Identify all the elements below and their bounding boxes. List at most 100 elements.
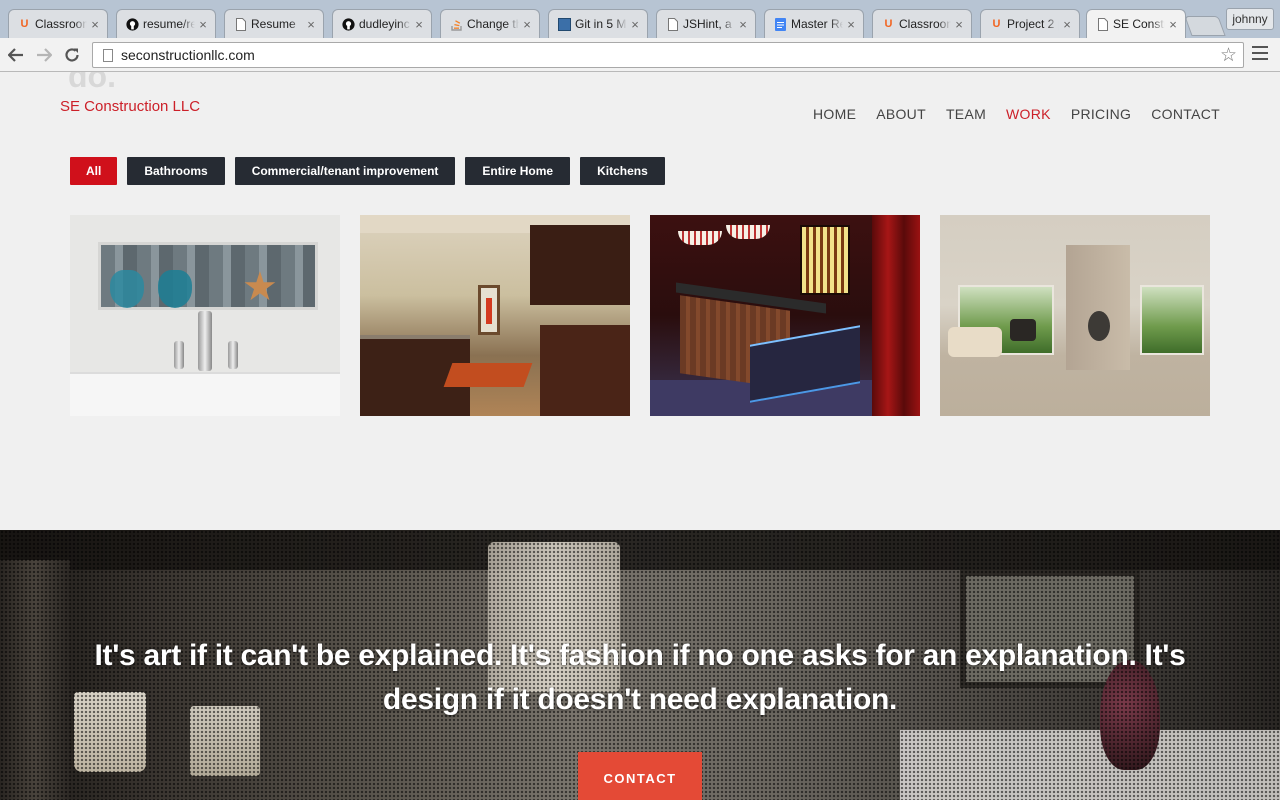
tab-title: dudleyinc xyxy=(359,17,410,31)
page-icon xyxy=(234,17,247,31)
doorway-image xyxy=(478,285,500,335)
pendant-lamp-image xyxy=(726,225,770,239)
hero-quote: It's art if it can't be explained. It's … xyxy=(94,639,1186,716)
close-icon[interactable]: × xyxy=(521,17,533,32)
filter-commercial-button[interactable]: Commercial/tenant improvement xyxy=(234,157,456,185)
address-bar[interactable]: ☆ xyxy=(92,42,1244,68)
gallery-item-living-room[interactable] xyxy=(940,215,1210,416)
faucet-image xyxy=(198,311,212,371)
gallery-item-bar[interactable] xyxy=(650,215,920,416)
vase-image xyxy=(110,270,144,308)
upper-cabinets-image xyxy=(530,225,630,305)
nav-pricing[interactable]: PRICING xyxy=(1071,106,1131,122)
stackoverflow-icon xyxy=(450,18,463,31)
nav-home[interactable]: HOME xyxy=(813,106,856,122)
page-icon xyxy=(1096,17,1109,31)
browser-tabstrip: U Classroom × resume/re × Resume × dudle… xyxy=(0,0,1280,38)
gallery-item-kitchen[interactable] xyxy=(360,215,630,416)
new-tab-button[interactable] xyxy=(1184,16,1226,36)
gallery-item-bathroom[interactable]: ★ xyxy=(70,215,340,416)
close-icon[interactable]: × xyxy=(197,17,209,32)
reload-button[interactable] xyxy=(60,43,84,67)
tab-title: Project 2 p xyxy=(1007,17,1059,31)
close-icon[interactable]: × xyxy=(845,17,857,32)
starfish-image: ★ xyxy=(242,265,278,309)
forward-button[interactable] xyxy=(32,43,56,67)
close-icon[interactable]: × xyxy=(305,17,317,32)
tab-title: SE Constru xyxy=(1113,17,1165,31)
site-brand[interactable]: SE Construction LLC xyxy=(60,98,200,115)
faucet-knob-image xyxy=(174,341,184,369)
webpage: do. SE Construction LLC HOME ABOUT TEAM … xyxy=(0,72,1280,800)
close-icon[interactable]: × xyxy=(629,17,641,32)
main-nav: HOME ABOUT TEAM WORK PRICING CONTACT xyxy=(813,106,1220,122)
profile-button[interactable]: johnny xyxy=(1226,8,1274,30)
browser-toolbar: ☆ xyxy=(0,38,1280,72)
reload-icon xyxy=(65,48,79,62)
filter-bathrooms-button[interactable]: Bathrooms xyxy=(127,157,225,185)
fireplace-pillar-image xyxy=(1066,245,1130,370)
close-icon[interactable]: × xyxy=(737,17,749,32)
arrow-right-icon xyxy=(37,48,52,62)
window-image xyxy=(1140,285,1204,355)
portfolio-gallery: ★ xyxy=(70,215,1210,416)
close-icon[interactable]: × xyxy=(953,17,965,32)
browser-tab[interactable]: Change th × xyxy=(440,9,540,38)
browser-tab[interactable]: Master Res × xyxy=(764,9,864,38)
tab-title: Classroom xyxy=(35,17,87,31)
nav-work[interactable]: WORK xyxy=(1006,106,1051,122)
browser-tab[interactable]: JSHint, a Ja × xyxy=(656,9,756,38)
back-button[interactable] xyxy=(4,43,28,67)
close-icon[interactable]: × xyxy=(89,17,101,32)
filter-all-button[interactable]: All xyxy=(70,157,118,185)
filter-kitchens-button[interactable]: Kitchens xyxy=(580,157,665,185)
bookmark-star-icon[interactable]: ☆ xyxy=(1220,44,1237,67)
tab-title: Master Res xyxy=(791,17,843,31)
udacity-icon: U xyxy=(992,17,1001,30)
pendant-lamp-image xyxy=(678,231,722,245)
rug-image xyxy=(443,363,533,387)
vase-image xyxy=(158,270,192,308)
browser-tab-active[interactable]: SE Constru × xyxy=(1086,9,1186,38)
tab-title: Git in 5 Mi xyxy=(575,17,627,31)
nav-contact[interactable]: CONTACT xyxy=(1151,106,1220,122)
ghost-logo: do. xyxy=(68,72,116,94)
close-icon[interactable]: × xyxy=(1167,17,1179,32)
browser-tab[interactable]: resume/re × xyxy=(116,9,216,38)
tab-title: Resume xyxy=(251,17,296,31)
lower-cabinets-image xyxy=(540,325,630,416)
hero-banner: It's art if it can't be explained. It's … xyxy=(0,530,1280,800)
page-icon xyxy=(103,48,113,62)
bathtub-image xyxy=(70,372,340,416)
menu-icon[interactable] xyxy=(1252,46,1268,64)
nav-team[interactable]: TEAM xyxy=(946,106,986,122)
browser-tab[interactable]: dudleyinc × xyxy=(332,9,432,38)
contact-button[interactable]: CONTACT xyxy=(578,752,702,800)
page-icon xyxy=(666,17,679,31)
github-icon xyxy=(342,17,355,31)
portfolio-filters: All Bathrooms Commercial/tenant improvem… xyxy=(70,157,665,185)
browser-tab[interactable]: Git in 5 Mi × xyxy=(548,9,648,38)
video-icon xyxy=(558,17,571,31)
fireplace-image xyxy=(1088,311,1110,341)
tab-title: Classroom xyxy=(899,17,951,31)
nav-about[interactable]: ABOUT xyxy=(876,106,926,122)
tab-title: resume/re xyxy=(143,17,195,31)
url-input[interactable] xyxy=(121,47,1243,63)
github-icon xyxy=(126,17,139,31)
udacity-icon: U xyxy=(884,17,893,30)
tab-title: Change th xyxy=(467,17,519,31)
docs-icon xyxy=(774,17,787,31)
browser-tab[interactable]: U Classroom × xyxy=(872,9,972,38)
close-icon[interactable]: × xyxy=(1061,17,1073,32)
browser-tab[interactable]: U Project 2 p × xyxy=(980,9,1080,38)
sofa-image xyxy=(948,327,1002,357)
browser-tab[interactable]: Resume × xyxy=(224,9,324,38)
curtain-image xyxy=(872,215,920,416)
faucet-knob-image xyxy=(228,341,238,369)
filter-entire-home-button[interactable]: Entire Home xyxy=(465,157,571,185)
udacity-icon: U xyxy=(20,17,29,30)
chair-image xyxy=(1010,319,1036,341)
browser-tab[interactable]: U Classroom × xyxy=(8,9,108,38)
close-icon[interactable]: × xyxy=(413,17,425,32)
